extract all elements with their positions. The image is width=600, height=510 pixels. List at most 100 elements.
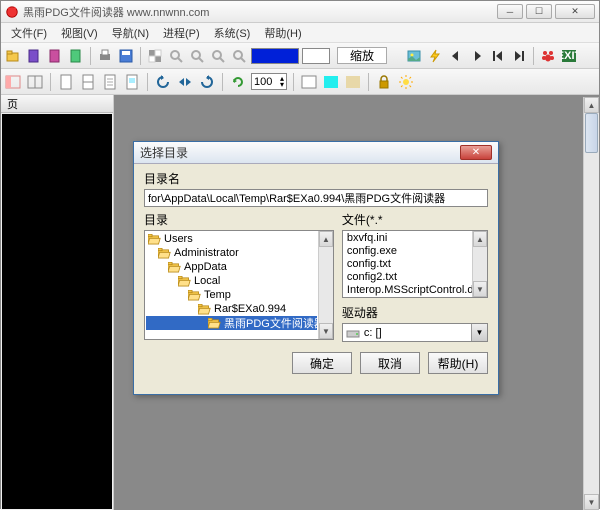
tree-node[interactable]: Temp	[146, 288, 317, 302]
window-controls: ─ ☐ ✕	[497, 4, 595, 19]
minimize-button[interactable]: ─	[497, 4, 523, 19]
scroll-down-button[interactable]: ▼	[584, 494, 599, 510]
first-icon[interactable]	[489, 47, 507, 65]
page1-icon[interactable]	[57, 73, 75, 91]
tree-label: Local	[194, 275, 220, 287]
file-item[interactable]: config.exe	[344, 245, 471, 258]
zoom-label[interactable]: 缩放	[337, 47, 387, 64]
swatch-white[interactable]	[300, 73, 318, 91]
zoom1-icon[interactable]	[167, 47, 185, 65]
drive-icon	[346, 327, 360, 339]
menu-nav[interactable]: 导航(N)	[106, 23, 155, 43]
dialog-close-button[interactable]: ✕	[460, 145, 492, 160]
window-title: 黑雨PDG文件阅读器 www.nnwnn.com	[23, 4, 497, 20]
exit-icon[interactable]: EXIT	[560, 47, 578, 65]
swatch-cyan[interactable]	[322, 73, 340, 91]
tree-node[interactable]: 黑雨PDG文件阅读器	[146, 316, 317, 330]
close-button[interactable]: ✕	[555, 4, 595, 19]
separator	[222, 73, 223, 91]
dirname-input[interactable]	[144, 189, 488, 207]
layout1-icon[interactable]	[4, 73, 22, 91]
zoom3-icon[interactable]	[209, 47, 227, 65]
book2-icon[interactable]	[46, 47, 64, 65]
open-icon[interactable]	[4, 47, 22, 65]
window-titlebar: 黑雨PDG文件阅读器 www.nnwnn.com ─ ☐ ✕	[1, 1, 599, 23]
image-icon[interactable]	[405, 47, 423, 65]
separator	[533, 47, 534, 65]
tree-label: Users	[164, 233, 193, 245]
checker-icon[interactable]	[146, 47, 164, 65]
ok-button[interactable]: 确定	[292, 352, 352, 374]
rotate-right-icon[interactable]	[198, 73, 216, 91]
toolbar-main: 缩放 EXIT	[1, 43, 599, 69]
page-spinner[interactable]: 100▴▾	[251, 73, 287, 90]
prev-icon[interactable]	[447, 47, 465, 65]
file-item[interactable]: bxvfq.ini	[344, 232, 471, 245]
menu-system[interactable]: 系统(S)	[208, 23, 257, 43]
next-icon[interactable]	[468, 47, 486, 65]
folder-open-icon	[168, 262, 181, 273]
print-icon[interactable]	[96, 47, 114, 65]
scroll-up-button[interactable]: ▲	[319, 231, 333, 247]
tree-node[interactable]: Local	[146, 274, 317, 288]
menu-help[interactable]: 帮助(H)	[258, 23, 307, 43]
scroll-down-button[interactable]: ▼	[473, 281, 487, 297]
separator	[50, 73, 51, 91]
page4-icon[interactable]	[123, 73, 141, 91]
page2-icon[interactable]	[79, 73, 97, 91]
drive-label: 驱动器	[342, 304, 488, 321]
menu-view[interactable]: 视图(V)	[55, 23, 104, 43]
save-icon[interactable]	[117, 47, 135, 65]
refresh-icon[interactable]	[229, 73, 247, 91]
drive-select[interactable]: c: [] ▼	[342, 323, 488, 342]
menubar: 文件(F) 视图(V) 导航(N) 进程(P) 系统(S) 帮助(H)	[1, 23, 599, 43]
scroll-thumb[interactable]	[585, 113, 598, 153]
file-item[interactable]: Interop.MSScriptControl.dl	[344, 284, 471, 297]
dialog-title: 选择目录	[140, 144, 460, 161]
help-button[interactable]: 帮助(H)	[428, 352, 488, 374]
maximize-button[interactable]: ☐	[526, 4, 552, 19]
scroll-up-button[interactable]: ▲	[473, 231, 487, 247]
colorbox-blue[interactable]	[251, 48, 299, 64]
dropdown-button[interactable]: ▼	[471, 324, 487, 341]
sun-icon[interactable]	[397, 73, 415, 91]
menu-file[interactable]: 文件(F)	[5, 23, 53, 43]
lock-icon[interactable]	[375, 73, 393, 91]
layout2-icon[interactable]	[26, 73, 44, 91]
file-item[interactable]: Interop.SHDocVw.dll	[344, 297, 471, 298]
paw-icon[interactable]	[539, 47, 557, 65]
app-icon	[5, 5, 19, 19]
last-icon[interactable]	[510, 47, 528, 65]
rotate-left-icon[interactable]	[154, 73, 172, 91]
zoom4-icon[interactable]	[230, 47, 248, 65]
scroll-down-button[interactable]: ▼	[319, 323, 333, 339]
swatch-beige[interactable]	[344, 73, 362, 91]
book3-icon[interactable]	[67, 47, 85, 65]
cancel-button[interactable]: 取消	[360, 352, 420, 374]
tree-label: Temp	[204, 289, 231, 301]
files-scrollbar[interactable]: ▲ ▼	[472, 231, 487, 297]
page3-icon[interactable]	[101, 73, 119, 91]
dialog-body: 目录名 目录 UsersAdministratorAppDataLocalTem…	[134, 164, 498, 380]
tree-node[interactable]: AppData	[146, 260, 317, 274]
directory-tree[interactable]: UsersAdministratorAppDataLocal TempRar$EX…	[144, 230, 334, 340]
lightning-icon[interactable]	[426, 47, 444, 65]
side-tab-page[interactable]: 页	[1, 95, 113, 113]
book1-icon[interactable]	[25, 47, 43, 65]
colorbox-white[interactable]	[302, 48, 330, 64]
tree-node[interactable]: Users	[146, 232, 317, 246]
file-item[interactable]: config.txt	[344, 258, 471, 271]
tree-node[interactable]: Administrator	[146, 246, 317, 260]
vertical-scrollbar[interactable]: ▲ ▼	[583, 97, 599, 510]
flip-h-icon[interactable]	[176, 73, 194, 91]
dirname-label: 目录名	[144, 170, 488, 187]
scroll-up-button[interactable]: ▲	[584, 97, 599, 113]
file-list[interactable]: bxvfq.iniconfig.execonfig.txtconfig2.txt…	[342, 230, 488, 298]
menu-process[interactable]: 进程(P)	[157, 23, 206, 43]
tree-node[interactable]: Rar$EXa0.994	[146, 302, 317, 316]
separator	[293, 73, 294, 91]
file-item[interactable]: config2.txt	[344, 271, 471, 284]
zoom2-icon[interactable]	[188, 47, 206, 65]
tree-scrollbar[interactable]: ▲ ▼	[318, 231, 333, 339]
folder-open-icon	[158, 248, 171, 259]
